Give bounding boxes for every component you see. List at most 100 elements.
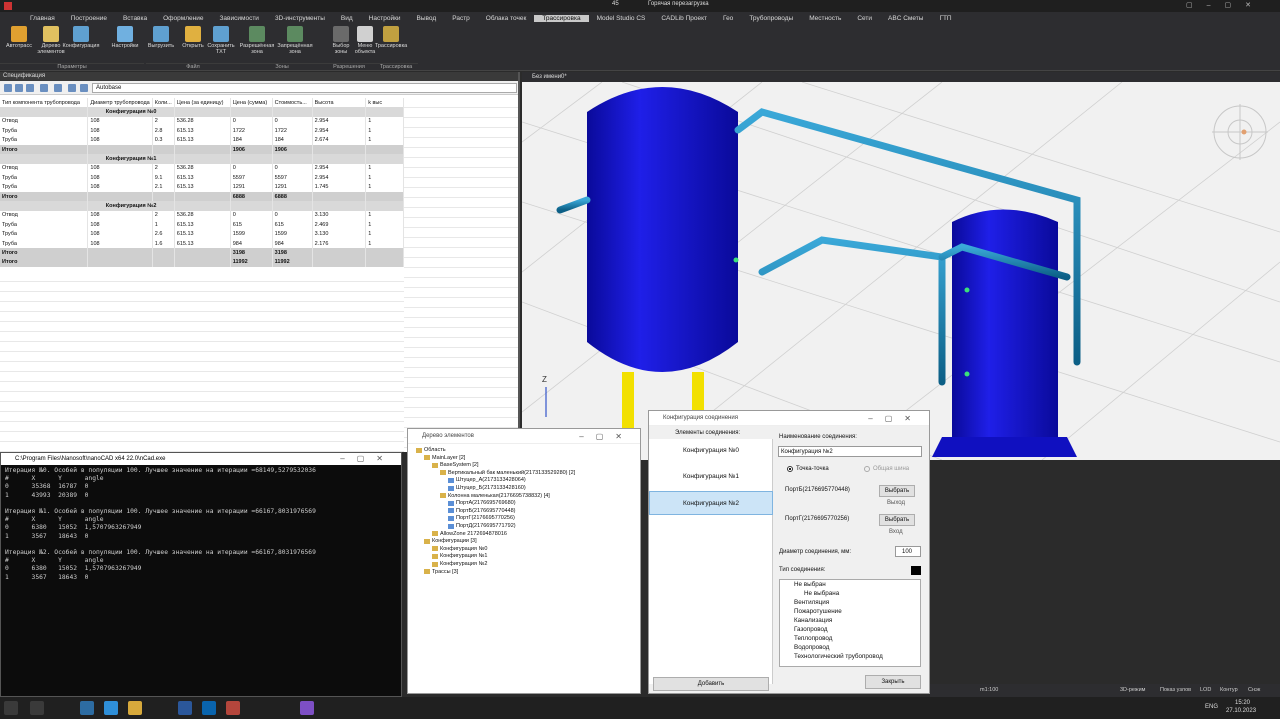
tree-node[interactable]: Конфигурация №0 xyxy=(432,546,487,552)
clock-date[interactable]: 27.10.2023 xyxy=(1226,708,1256,714)
tree-node[interactable]: Штуцер_Б(2173133428160) xyxy=(448,485,526,491)
menu-item[interactable]: Настройки xyxy=(361,15,409,22)
tool-icon[interactable] xyxy=(40,84,48,92)
menu-item[interactable]: Растр xyxy=(444,15,478,22)
column-header[interactable]: k выс xyxy=(365,98,404,108)
visual-studio-icon[interactable] xyxy=(300,701,314,715)
menu-item[interactable]: CADLib Проект xyxy=(653,15,715,22)
tree-node[interactable]: Конфигурация №1 xyxy=(432,553,487,559)
menu-item[interactable]: Местность xyxy=(801,15,849,22)
menu-item[interactable]: Вставка xyxy=(115,15,155,22)
language-indicator[interactable]: ENG xyxy=(1205,704,1218,710)
3d-viewport[interactable]: Без имени0* Z xyxy=(522,72,1280,460)
table-row[interactable]: Труба 108 0.3 615.13 184 184 2.674 1 xyxy=(0,135,404,145)
menu-item[interactable]: Главная xyxy=(22,15,63,22)
table-row[interactable]: Труба 108 2.6 615.13 1599 1599 3.130 1 xyxy=(0,229,404,239)
ribbon-button[interactable]: Трассировка xyxy=(375,26,407,62)
word-icon[interactable] xyxy=(178,701,192,715)
column-header[interactable]: Тип компонента трубопровода xyxy=(0,98,89,108)
app-icon[interactable] xyxy=(80,701,94,715)
explorer-icon[interactable] xyxy=(128,701,142,715)
connection-type-item[interactable]: Технологический трубопровод xyxy=(780,652,920,661)
tool-icon[interactable] xyxy=(80,84,88,92)
menu-item[interactable]: Трубопроводы xyxy=(741,15,801,22)
tree-node[interactable]: ПортА(2176695769680) xyxy=(448,500,516,506)
tree-node[interactable]: Колонна маленькая(2176695738832) [4] xyxy=(440,493,550,499)
column-header[interactable]: Стоимость... xyxy=(272,98,313,108)
radio-point-to-point[interactable]: Точка-точка xyxy=(787,466,829,472)
port-marker[interactable] xyxy=(964,287,970,293)
name-input[interactable]: Конфигурация №2 xyxy=(778,446,922,457)
column-header[interactable]: Цена (за единицу) xyxy=(174,98,231,108)
spec-source-select[interactable]: Autobase xyxy=(92,83,517,93)
tool-icon[interactable] xyxy=(54,84,62,92)
outlook-icon[interactable] xyxy=(202,701,216,715)
tool-icon[interactable] xyxy=(26,84,34,92)
nanocad-icon[interactable] xyxy=(226,701,240,715)
vertical-tank[interactable] xyxy=(587,87,738,372)
column-header[interactable]: Цена (сумма) xyxy=(230,98,273,108)
window-controls[interactable]: ▢–▢✕ xyxy=(1186,1,1265,9)
tree-node[interactable]: Конфигурации [3] xyxy=(424,538,477,544)
add-button[interactable]: Добавить xyxy=(653,677,769,691)
ribbon-button[interactable]: Разрешённая зона xyxy=(240,26,274,62)
tree-node[interactable]: Конфигурация №2 xyxy=(432,561,487,567)
tree-node[interactable]: Штуцер_А(2173133428064) xyxy=(448,477,526,483)
search-icon[interactable] xyxy=(30,701,44,715)
menu-item[interactable]: Построение xyxy=(63,15,115,22)
ribbon-button[interactable]: Автотрасс xyxy=(4,26,34,62)
ribbon-button[interactable]: Открыть xyxy=(178,26,208,62)
select-port2-button[interactable]: Выбрать xyxy=(879,514,915,526)
contour-toggle[interactable]: Контур xyxy=(1220,684,1238,697)
menu-item[interactable]: Оформление xyxy=(155,15,211,22)
connection-type-item[interactable]: Теплопровод xyxy=(780,634,920,643)
lod-toggle[interactable]: LOD xyxy=(1200,684,1211,697)
menu-item[interactable]: ГТП xyxy=(931,15,959,22)
connection-type-item[interactable]: Не выбран xyxy=(780,580,920,589)
menu-item[interactable]: Вид xyxy=(333,15,361,22)
color-swatch[interactable] xyxy=(911,566,921,575)
console-window[interactable]: C:\Program Files\Nanosoft\nanoCAD x64 22… xyxy=(0,452,402,697)
connection-type-tree[interactable]: Не выбран Не выбрана Вентиляция Пожаротушен… xyxy=(779,579,921,667)
window-controls[interactable]: –▢✕ xyxy=(868,411,923,426)
column-header[interactable]: Коли... xyxy=(152,98,175,108)
edge-icon[interactable] xyxy=(104,701,118,715)
table-row[interactable]: Труба 108 2.8 615.13 1722 1722 2.954 1 xyxy=(0,126,404,136)
menu-item[interactable]: ABC Сметы xyxy=(880,15,931,22)
tree-node[interactable]: Трассы [3] xyxy=(424,569,458,575)
connection-type-item[interactable]: Не выбрана xyxy=(780,589,920,598)
menu-item[interactable]: Сети xyxy=(849,15,880,22)
ribbon-button[interactable]: Настройки xyxy=(110,26,140,62)
connection-type-item[interactable]: Канализация xyxy=(780,616,920,625)
viewport-tab[interactable]: Без имени0* xyxy=(522,72,1280,82)
hot-reload-label[interactable]: Горячая перезагрузка xyxy=(648,1,709,7)
ribbon-button[interactable]: Выгрузить xyxy=(146,26,176,62)
connection-type-item[interactable]: Газопровод xyxy=(780,625,920,634)
table-row[interactable]: Труба 108 1 615.13 615 615 2.469 1 xyxy=(0,220,404,230)
element-tree-window[interactable]: Дерево элементов –▢✕ Область MainLayer [2… xyxy=(407,428,641,694)
tree-node[interactable]: MainLayer [2] xyxy=(424,455,465,461)
table-row[interactable]: Отвод 108 2 536.28 0 0 3.130 1 xyxy=(0,210,404,221)
table-row[interactable]: Труба 108 1.6 615.13 984 984 2.176 1 xyxy=(0,238,404,249)
column-header[interactable]: Высота xyxy=(312,98,367,108)
connection-list-item[interactable]: Конфигурация №1 xyxy=(649,465,773,489)
connection-type-item[interactable]: Вентиляция xyxy=(780,598,920,607)
tree-node[interactable]: BaseSystem [2] xyxy=(432,462,479,468)
connection-config-dialog[interactable]: Конфигурация соединения –▢✕ Элементы сое… xyxy=(648,410,930,694)
mode-3d-toggle[interactable]: 3D-режим xyxy=(1120,684,1145,697)
tree-node[interactable]: ПортД(2176695771792) xyxy=(448,523,516,529)
column-header[interactable]: Диаметр трубопровода xyxy=(87,98,153,108)
table-row[interactable]: Труба 108 2.1 615.13 1291 1291 1.745 1 xyxy=(0,182,404,192)
ribbon-button[interactable]: Дерево элементов xyxy=(36,26,66,62)
port-marker[interactable] xyxy=(964,371,970,377)
menu-item[interactable]: Вывод xyxy=(409,15,445,22)
select-port1-button[interactable]: Выбрать xyxy=(879,485,915,497)
table-row[interactable]: Отвод 108 2 536.28 0 0 2.954 1 xyxy=(0,163,404,174)
window-controls[interactable]: –▢✕ xyxy=(340,453,395,465)
tree-node[interactable]: ПортБ(2176695770448) xyxy=(448,508,516,514)
tree-node[interactable]: ПортГ(2176695770256) xyxy=(448,515,515,521)
ribbon-button[interactable]: Сохранить TXT xyxy=(206,26,236,62)
tree-node[interactable]: Область xyxy=(416,447,446,453)
menu-item[interactable]: 3D-инструменты xyxy=(267,15,333,22)
port-marker[interactable] xyxy=(733,257,739,263)
